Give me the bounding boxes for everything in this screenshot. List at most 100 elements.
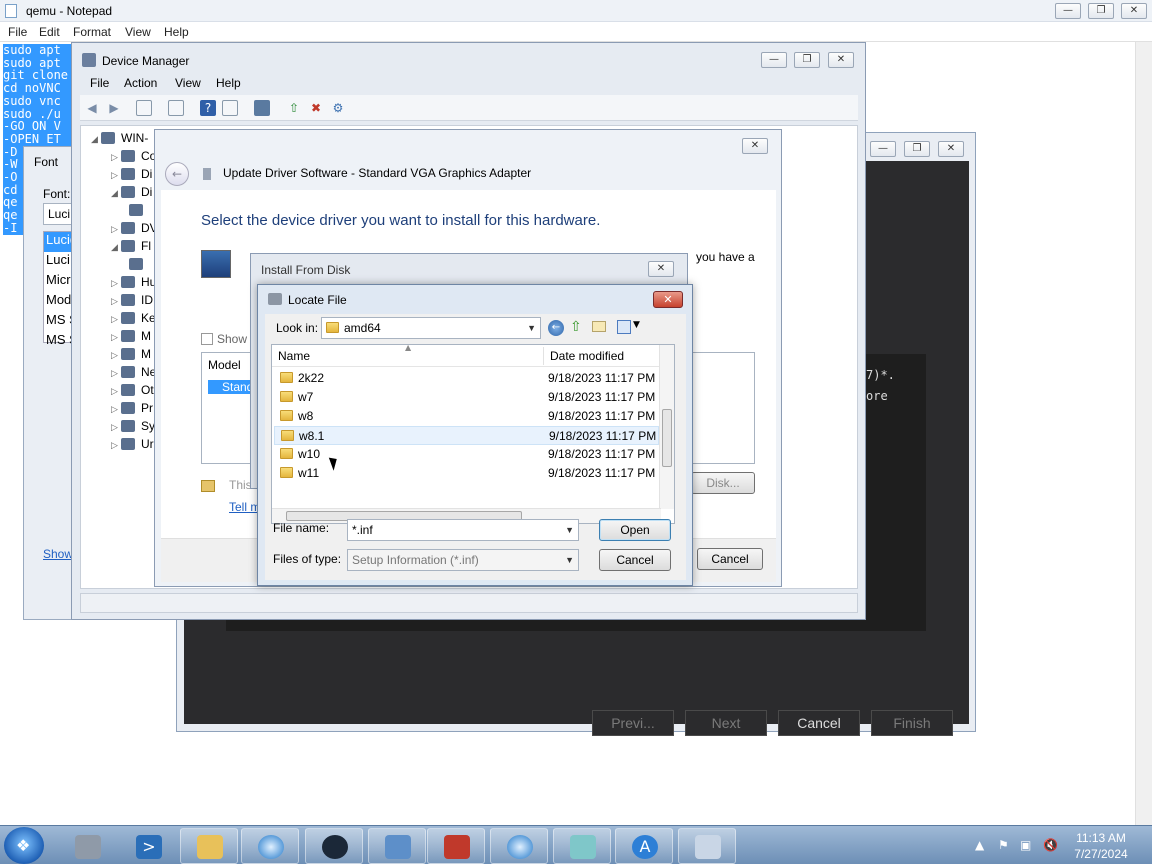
start-button[interactable]: ❖ (4, 827, 44, 864)
taskbar-app[interactable] (490, 828, 548, 864)
disable-device-icon[interactable]: ⚙ (330, 100, 346, 116)
notepad-vertical-scrollbar[interactable] (1135, 42, 1152, 825)
look-in-dropdown[interactable]: amd64 ▼ (321, 317, 541, 339)
tell-me-link[interactable]: Tell m (229, 500, 260, 514)
menu-help[interactable]: Help (164, 25, 189, 39)
wizard-next-button[interactable]: Next (685, 710, 767, 736)
dm-close-button[interactable]: ✕ (828, 52, 854, 68)
chevron-down-icon[interactable]: ▼ (633, 320, 640, 330)
forward-icon[interactable]: ▶ (106, 100, 122, 116)
dm-minimize-button[interactable]: — (761, 52, 787, 68)
tree-item[interactable]: ▷ Sy (111, 419, 155, 433)
taskbar-app[interactable]: > (119, 828, 177, 864)
tree-item[interactable]: ▷ Ur (111, 437, 154, 451)
tree-item[interactable]: ▷ M (111, 347, 151, 361)
update-driver-icon[interactable]: ⇧ (286, 100, 302, 116)
wizard-close-button[interactable]: ✕ (938, 141, 964, 157)
tree-root[interactable]: ◢ WIN- (91, 131, 148, 145)
tree-item[interactable]: ▷ Co (111, 149, 156, 163)
wizard-finish-button[interactable]: Finish (871, 710, 953, 736)
back-icon[interactable]: ◀ (84, 100, 100, 116)
show-compatible-checkbox[interactable]: Show (201, 332, 247, 346)
close-button[interactable]: ✕ (1121, 3, 1147, 19)
install-close-button[interactable]: ✕ (648, 261, 674, 277)
menu-format[interactable]: Format (73, 25, 111, 39)
tree-item[interactable]: ▷ Pr (111, 401, 153, 415)
taskbar-app[interactable] (58, 828, 116, 864)
file-name-input[interactable]: *.inf ▼ (347, 519, 579, 541)
flag-icon[interactable]: ⚑ (998, 838, 1009, 852)
taskbar-app[interactable] (427, 828, 485, 864)
file-row[interactable]: w8 9/18/2023 11:17 PM (274, 407, 659, 426)
dm-menu-view[interactable]: View (175, 76, 201, 90)
menu-edit[interactable]: Edit (39, 25, 60, 39)
show-more-fonts-link[interactable]: Show (43, 547, 73, 561)
tree-subitem[interactable] (129, 203, 149, 217)
scan-hardware-icon[interactable] (254, 100, 270, 116)
view-menu-icon[interactable] (617, 320, 631, 334)
view-icon[interactable] (222, 100, 238, 116)
steam-icon (322, 835, 348, 859)
new-folder-icon[interactable] (592, 321, 606, 332)
file-row[interactable]: w7 9/18/2023 11:17 PM (274, 388, 659, 407)
menu-view[interactable]: View (125, 25, 151, 39)
taskbar-app[interactable] (180, 828, 238, 864)
taskbar-app[interactable] (305, 828, 363, 864)
wizard-maximize-button[interactable]: ❐ (904, 141, 930, 157)
tree-item[interactable]: ▷ M (111, 329, 151, 343)
properties-icon[interactable] (168, 100, 184, 116)
file-list-vertical-scrollbar[interactable] (659, 345, 674, 509)
tree-item[interactable]: ▷ ID (111, 293, 153, 307)
up-folder-icon[interactable]: ⇧ (570, 319, 582, 335)
back-icon[interactable]: ← (548, 320, 564, 336)
show-hide-console-tree-icon[interactable] (136, 100, 152, 116)
file-row-hovered[interactable]: w8.1 9/18/2023 11:17 PM (274, 426, 659, 445)
scroll-thumb[interactable] (662, 409, 672, 467)
taskbar-app[interactable] (368, 828, 426, 864)
tree-item[interactable]: ▷ Ne (111, 365, 156, 379)
wizard-minimize-button[interactable]: — (870, 141, 896, 157)
volume-muted-icon[interactable]: 🔇 (1043, 838, 1058, 852)
wizard-cancel-button[interactable]: Cancel (778, 710, 860, 736)
wizard-previous-button[interactable]: Previ... (592, 710, 674, 736)
tree-item[interactable]: ▷ Ke (111, 311, 156, 325)
locate-cancel-button[interactable]: Cancel (599, 549, 671, 571)
tree-item[interactable]: ◢ Di (111, 185, 152, 199)
taskbar-app[interactable] (553, 828, 611, 864)
tree-subitem[interactable] (129, 257, 149, 271)
folder-icon (281, 430, 294, 441)
files-of-type-dropdown[interactable]: Setup Information (*.inf) ▼ (347, 549, 579, 571)
maximize-button[interactable]: ❐ (1088, 3, 1114, 19)
dm-menu-help[interactable]: Help (216, 76, 241, 90)
file-row[interactable]: 2k22 9/18/2023 11:17 PM (274, 369, 659, 388)
update-cancel-button[interactable]: Cancel (697, 548, 763, 570)
tree-item[interactable]: ▷ DV (111, 221, 158, 235)
column-date-modified[interactable]: Date modified (550, 349, 624, 363)
uninstall-icon[interactable]: ✖ (308, 100, 324, 116)
taskbar-app[interactable] (241, 828, 299, 864)
clock[interactable]: 11:13 AM 7/27/2024 (1070, 830, 1132, 862)
close-icon[interactable]: ✕ (653, 291, 683, 308)
dm-menu-file[interactable]: File (90, 76, 109, 90)
dm-maximize-button[interactable]: ❐ (794, 52, 820, 68)
minimize-button[interactable]: — (1055, 3, 1081, 19)
tree-item[interactable]: ◢ Fl (111, 239, 151, 253)
help-icon[interactable]: ? (200, 100, 216, 116)
file-list[interactable]: Name ▲ Date modified 2k22 9/18/2023 11:17… (271, 344, 675, 524)
network-icon[interactable]: ▣ (1020, 838, 1031, 852)
taskbar-app[interactable]: A (615, 828, 673, 864)
menu-file[interactable]: File (8, 25, 27, 39)
tree-item[interactable]: ▷ Hu (111, 275, 156, 289)
have-disk-button[interactable]: Disk... (691, 472, 755, 494)
column-name[interactable]: Name (278, 349, 310, 363)
open-button[interactable]: Open (599, 519, 671, 541)
taskbar: ❖ > A ▲ ⚑ ▣ 🔇 11:13 AM 7/27/2024 (0, 825, 1152, 864)
tree-item[interactable]: ▷ Di (111, 167, 152, 181)
show-hidden-icons-icon[interactable]: ▲ (975, 838, 984, 852)
dm-menu-action[interactable]: Action (124, 76, 157, 90)
update-close-button[interactable]: ✕ (742, 138, 768, 154)
back-arrow-icon[interactable]: ← (165, 162, 189, 186)
tree-item[interactable]: ▷ Ot (111, 383, 154, 397)
taskbar-app[interactable] (678, 828, 736, 864)
text-line: -OPEN ET (3, 132, 73, 146)
